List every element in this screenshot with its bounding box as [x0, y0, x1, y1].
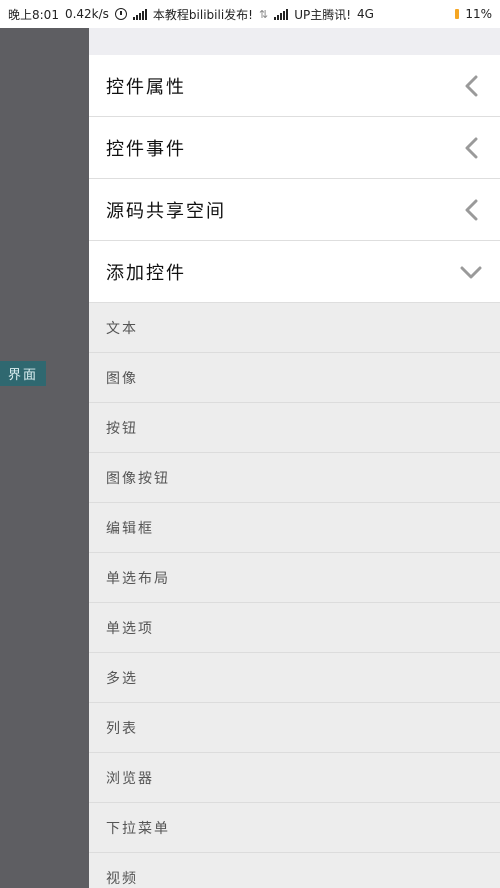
status-bar: 晚上8:01 0.42k/s 本教程bilibili发布! ⇅ UP主腾讯! 4… — [0, 0, 500, 28]
chevron-down-icon[interactable] — [460, 261, 482, 283]
list-item-label: 浏览器 — [106, 770, 154, 787]
status-notification-1: 本教程bilibili发布! — [152, 7, 253, 22]
section-widget-events[interactable]: 控件事件 — [89, 117, 500, 179]
section-add-widget[interactable]: 添加控件 — [89, 241, 500, 303]
signal-icon — [132, 8, 147, 20]
chevron-left-icon[interactable] — [460, 199, 482, 221]
list-item-label: 图像按钮 — [106, 470, 170, 487]
list-item-label: 列表 — [106, 720, 138, 737]
section-label: 控件事件 — [106, 138, 186, 160]
drawer-header — [89, 28, 500, 55]
widget-item-edit-box[interactable]: 编辑框 — [89, 503, 500, 553]
list-item-label: 多选 — [106, 670, 138, 687]
status-time: 晚上8:01 — [8, 7, 59, 22]
widget-list: 文本 图像 按钮 图像按钮 编辑框 单选布局 单选项 多选 列表 浏览器 下拉菜… — [89, 303, 500, 888]
section-label: 控件属性 — [106, 76, 186, 98]
list-item-label: 单选项 — [106, 620, 154, 637]
section-source-share[interactable]: 源码共享空间 — [89, 179, 500, 241]
widget-item-video[interactable]: 视频 — [89, 853, 500, 888]
list-item-label: 下拉菜单 — [106, 820, 170, 837]
widget-item-image-button[interactable]: 图像按钮 — [89, 453, 500, 503]
widget-item-browser[interactable]: 浏览器 — [89, 753, 500, 803]
status-notification-2: UP主腾讯! — [294, 7, 352, 22]
section-label: 添加控件 — [106, 262, 186, 284]
section-label: 源码共享空间 — [106, 200, 226, 222]
list-item-label: 文本 — [106, 320, 138, 337]
widget-item-list[interactable]: 列表 — [89, 703, 500, 753]
list-item-label: 按钮 — [106, 420, 138, 437]
list-item-label: 图像 — [106, 370, 138, 387]
status-network: 4G — [357, 7, 374, 21]
chevron-left-icon[interactable] — [460, 75, 482, 97]
widget-item-radio-option[interactable]: 单选项 — [89, 603, 500, 653]
widget-item-dropdown[interactable]: 下拉菜单 — [89, 803, 500, 853]
drawer-menu: 控件属性 控件事件 源码共享空间 添加控件 文本 图像 按钮 图像按钮 编辑框 … — [89, 28, 500, 888]
battery-icon — [455, 9, 460, 19]
alarm-icon — [114, 8, 127, 20]
widget-item-checkbox[interactable]: 多选 — [89, 653, 500, 703]
background-overlay[interactable] — [0, 28, 89, 888]
widget-item-text[interactable]: 文本 — [89, 303, 500, 353]
chevron-left-icon[interactable] — [460, 137, 482, 159]
status-battery: 11% — [465, 7, 492, 21]
list-item-label: 视频 — [106, 870, 138, 887]
status-speed: 0.42k/s — [64, 7, 109, 21]
interface-tab[interactable]: 界面 — [0, 361, 46, 386]
widget-item-button[interactable]: 按钮 — [89, 403, 500, 453]
sim-off-icon: ⇅ — [258, 7, 269, 21]
widget-item-radio-layout[interactable]: 单选布局 — [89, 553, 500, 603]
list-item-label: 编辑框 — [106, 520, 154, 537]
signal-icon-2 — [274, 8, 289, 20]
section-widget-properties[interactable]: 控件属性 — [89, 55, 500, 117]
list-item-label: 单选布局 — [106, 570, 170, 587]
widget-item-image[interactable]: 图像 — [89, 353, 500, 403]
